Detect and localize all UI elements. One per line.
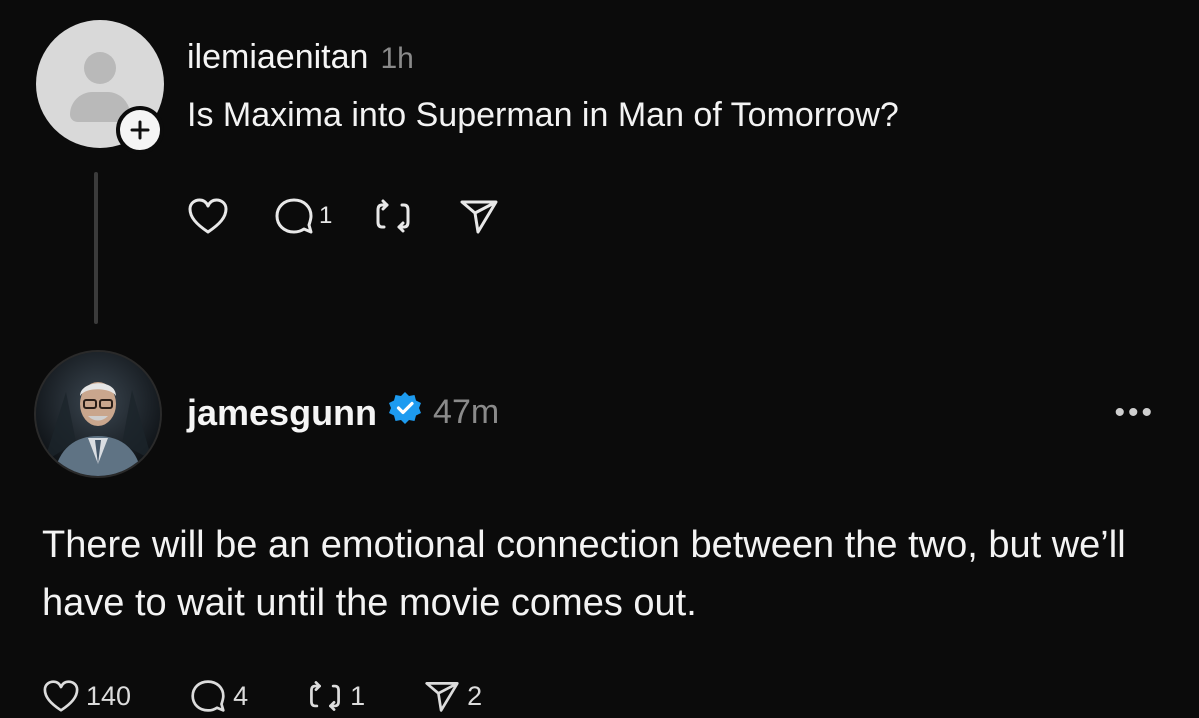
post-actions: 1 xyxy=(187,194,544,238)
share-button[interactable]: 2 xyxy=(423,678,482,714)
comment-icon xyxy=(191,680,225,712)
share-icon xyxy=(425,682,459,712)
thread-line xyxy=(94,172,98,324)
avatar-head-shape xyxy=(84,52,116,84)
repost-count: 1 xyxy=(350,680,366,711)
repost-icon xyxy=(376,199,410,233)
post-time: 1h xyxy=(380,42,414,75)
username[interactable]: jamesgunn xyxy=(187,392,377,434)
reply-count: 4 xyxy=(233,680,249,711)
heart-icon xyxy=(188,198,228,234)
verified-badge xyxy=(387,390,423,435)
verified-icon xyxy=(389,392,422,424)
like-count: 140 xyxy=(86,680,132,711)
reply-post: jamesgunn 47m ••• There will be an emoti… xyxy=(0,340,1199,712)
like-button[interactable] xyxy=(187,197,233,235)
share-count: 2 xyxy=(467,680,483,711)
post-author: ilemiaenitan 1h xyxy=(187,38,414,77)
repost-button[interactable] xyxy=(372,195,418,237)
follow-button[interactable] xyxy=(116,106,164,154)
share-button[interactable] xyxy=(458,196,504,236)
profile-photo xyxy=(36,352,160,476)
parent-post: ilemiaenitan 1h Is Maxima into Superman i… xyxy=(0,0,1199,340)
avatar[interactable] xyxy=(34,350,162,478)
repost-icon xyxy=(310,681,341,711)
repost-button[interactable]: 1 xyxy=(306,677,365,715)
comment-icon xyxy=(275,198,313,234)
reply-count: 1 xyxy=(319,202,333,229)
reply-button[interactable]: 4 xyxy=(189,678,248,714)
post-time: 47m xyxy=(433,393,500,431)
more-icon: ••• xyxy=(1114,396,1155,429)
post-text: Is Maxima into Superman in Man of Tomorr… xyxy=(187,96,899,134)
plus-icon xyxy=(130,120,150,140)
post-author: jamesgunn 47m xyxy=(187,390,499,435)
share-icon xyxy=(460,200,498,234)
reply-button[interactable]: 1 xyxy=(273,196,332,236)
post-actions: 140 4 1 2 xyxy=(42,674,540,718)
post-text: There will be an emotional connection be… xyxy=(42,524,1126,624)
more-options-button[interactable]: ••• xyxy=(1114,396,1155,430)
username[interactable]: ilemiaenitan xyxy=(187,38,368,76)
